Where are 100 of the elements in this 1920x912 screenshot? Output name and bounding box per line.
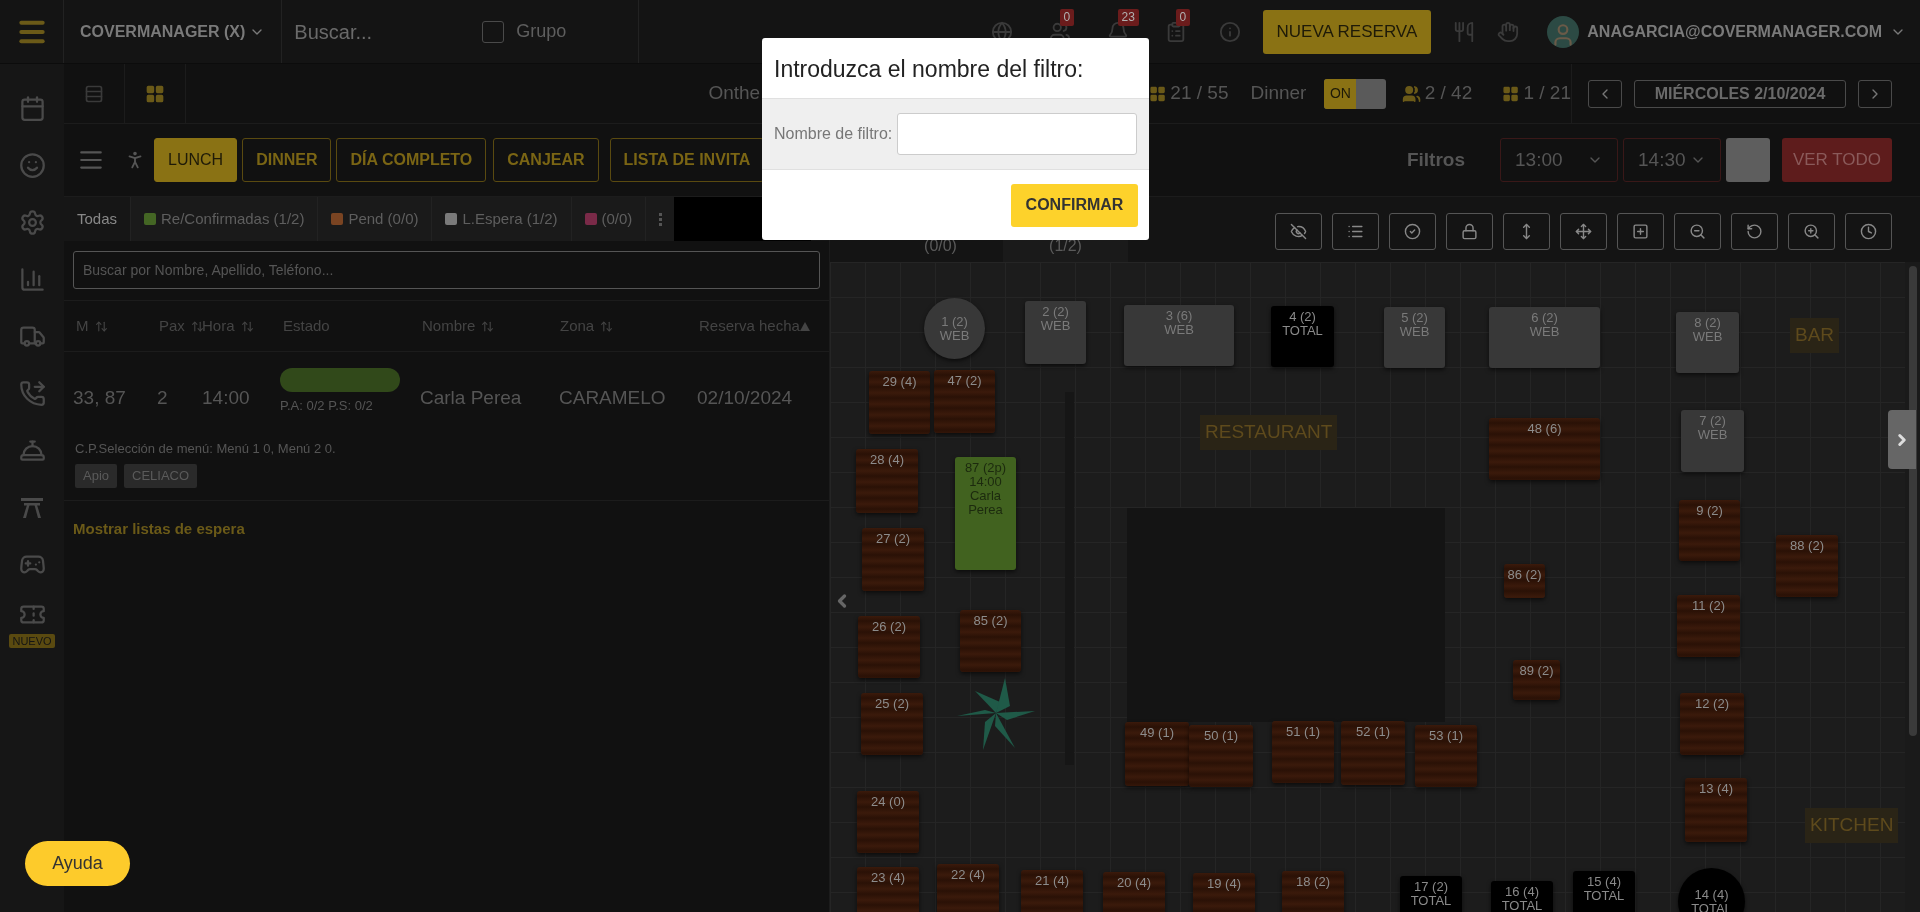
new-booking-button[interactable]: NUEVA RESERVA xyxy=(1262,9,1432,54)
zoom-in-button[interactable] xyxy=(1788,213,1835,250)
search-field[interactable]: Buscar... xyxy=(294,16,455,47)
phone-icon[interactable] xyxy=(18,380,46,407)
status-tab[interactable]: Pend (0/0) xyxy=(318,197,433,241)
service-toggle[interactable]: ON xyxy=(1324,78,1386,109)
undo-icon[interactable] xyxy=(1746,223,1763,240)
end-time-select[interactable]: 14:30 xyxy=(1623,138,1721,182)
floor-table[interactable]: 8 (2) WEB xyxy=(1676,312,1739,373)
user-email[interactable]: ANAGARCIA@COVERMANAGER.COM xyxy=(1587,19,1882,44)
chart-icon[interactable] xyxy=(18,266,46,293)
floor-table[interactable]: 3 (6) WEB xyxy=(1124,305,1234,366)
floor-table[interactable]: 11 (2) xyxy=(1677,595,1740,657)
start-time-select[interactable]: 13:00 xyxy=(1500,138,1618,182)
floor-table[interactable]: 25 (2) xyxy=(861,693,923,755)
reservation-search-field[interactable]: Buscar por Nombre, Apellido, Teléfono... xyxy=(73,251,820,289)
service-tab[interactable]: DÍA COMPLETO xyxy=(336,138,487,182)
floor-table[interactable]: 1 (2) WEB xyxy=(924,298,985,359)
floor-table[interactable]: 88 (2) xyxy=(1776,535,1838,597)
floor-table[interactable]: 27 (2) xyxy=(862,528,924,591)
lock-icon[interactable] xyxy=(1461,223,1478,240)
help-button[interactable]: Ayuda xyxy=(25,841,130,886)
floor-table[interactable]: 89 (2) xyxy=(1513,660,1560,700)
floor-table[interactable]: 85 (2) xyxy=(960,610,1021,672)
floor-table[interactable]: 19 (4) xyxy=(1193,873,1255,912)
floor-table[interactable]: 15 (4) TOTAL xyxy=(1573,871,1635,912)
floor-table[interactable]: 5 (2) WEB xyxy=(1384,307,1445,368)
sort-icon[interactable] xyxy=(94,319,108,333)
hide-button[interactable] xyxy=(1275,213,1322,250)
hand-icon[interactable] xyxy=(1497,20,1520,43)
check-icon[interactable] xyxy=(1404,223,1421,240)
zoom-out-icon[interactable] xyxy=(1689,223,1706,240)
sort-icon[interactable] xyxy=(240,319,254,333)
check-button[interactable] xyxy=(1389,213,1436,250)
more-icon[interactable] xyxy=(658,212,662,226)
service-tab[interactable]: LUNCH xyxy=(154,138,238,182)
color-swatch[interactable] xyxy=(1726,138,1770,182)
floor-table[interactable]: 51 (1) xyxy=(1272,721,1334,783)
confirm-button[interactable]: CONFIRMAR xyxy=(1011,183,1138,227)
floor-table[interactable]: 16 (4) TOTAL xyxy=(1491,881,1553,912)
status-tab[interactable]: Re/Confirmadas (1/2) xyxy=(131,197,319,241)
floor-table[interactable]: 23 (4) xyxy=(857,867,919,912)
floor-table[interactable]: 18 (2) xyxy=(1282,871,1344,912)
calendar-icon[interactable] xyxy=(18,95,46,122)
settings-icon[interactable] xyxy=(18,209,46,236)
cutlery-icon[interactable] xyxy=(1453,20,1476,43)
floor-table[interactable]: 50 (1) xyxy=(1189,725,1253,787)
floor-table[interactable]: 29 (4) xyxy=(869,371,930,434)
floor-table[interactable]: 53 (1) xyxy=(1415,725,1477,787)
floor-table[interactable]: 4 (2) TOTAL xyxy=(1271,306,1334,367)
sort-ascending-icon[interactable] xyxy=(799,321,810,331)
sort-icon[interactable] xyxy=(190,319,204,333)
arch-icon[interactable] xyxy=(19,495,45,520)
truck-icon[interactable] xyxy=(18,323,46,350)
floor-table[interactable]: 17 (2) TOTAL xyxy=(1400,876,1462,912)
hide-icon[interactable] xyxy=(1290,223,1307,240)
floor-table[interactable]: 12 (2) xyxy=(1680,693,1744,755)
floor-table[interactable]: 13 (4) xyxy=(1685,778,1747,842)
list-view-icon[interactable] xyxy=(84,83,105,104)
floor-table[interactable]: 7 (2) WEB xyxy=(1681,410,1744,472)
floor-table[interactable]: 47 (2) xyxy=(934,370,995,433)
zoom-out-button[interactable] xyxy=(1674,213,1721,250)
floor-table[interactable]: 9 (2) xyxy=(1679,500,1740,561)
floor-table[interactable]: 21 (4) xyxy=(1021,870,1083,912)
date-button[interactable]: MIÉRCOLES 2/10/2024 xyxy=(1634,79,1846,108)
floor-table[interactable]: 6 (2) WEB xyxy=(1489,307,1600,368)
status-tab[interactable]: (0/0) xyxy=(571,197,647,241)
list-button[interactable] xyxy=(1332,213,1379,250)
info-icon[interactable] xyxy=(1218,20,1241,43)
expand-panel-button[interactable] xyxy=(1888,410,1916,469)
face-icon[interactable] xyxy=(18,152,46,179)
floor-table[interactable]: 48 (6) xyxy=(1489,418,1600,480)
list-icon[interactable] xyxy=(1347,223,1364,240)
floor-table[interactable]: 24 (0) xyxy=(857,791,919,853)
floor-table[interactable]: 49 (1) xyxy=(1125,722,1189,786)
zoom-in-icon[interactable] xyxy=(1803,223,1820,240)
floor-table[interactable]: 14 (4) TOTAL xyxy=(1678,868,1745,912)
add-button[interactable] xyxy=(1617,213,1664,250)
undo-button[interactable] xyxy=(1731,213,1778,250)
sort-icon[interactable] xyxy=(600,319,614,333)
status-tab[interactable]: L.Espera (1/2) xyxy=(432,197,572,241)
grid-view-icon[interactable] xyxy=(145,83,166,104)
service-tab[interactable]: DINNER xyxy=(242,138,332,182)
floor-table[interactable]: 20 (4) xyxy=(1103,872,1165,912)
avatar-icon[interactable] xyxy=(1547,15,1580,48)
add-icon[interactable] xyxy=(1632,223,1649,240)
clock-button[interactable] xyxy=(1845,213,1892,250)
resize-button[interactable] xyxy=(1503,213,1550,250)
service-tab[interactable]: CANJEAR xyxy=(493,138,599,182)
waitlist-link[interactable]: Mostrar listas de espera xyxy=(73,518,245,541)
floor-table[interactable]: 86 (2) xyxy=(1504,564,1545,598)
floor-table[interactable]: 22 (4) xyxy=(937,864,999,912)
venue-selector[interactable]: COVERMANAGER (X) xyxy=(64,0,283,63)
group-checkbox[interactable] xyxy=(482,20,505,43)
floor-table[interactable]: 26 (2) xyxy=(858,616,920,678)
floor-table[interactable]: 2 (2) WEB xyxy=(1025,301,1086,364)
filter-name-field[interactable] xyxy=(897,113,1137,155)
next-day-button[interactable] xyxy=(1858,79,1892,108)
sort-icon[interactable] xyxy=(481,319,495,333)
floor-table[interactable]: 52 (1) xyxy=(1341,721,1405,785)
